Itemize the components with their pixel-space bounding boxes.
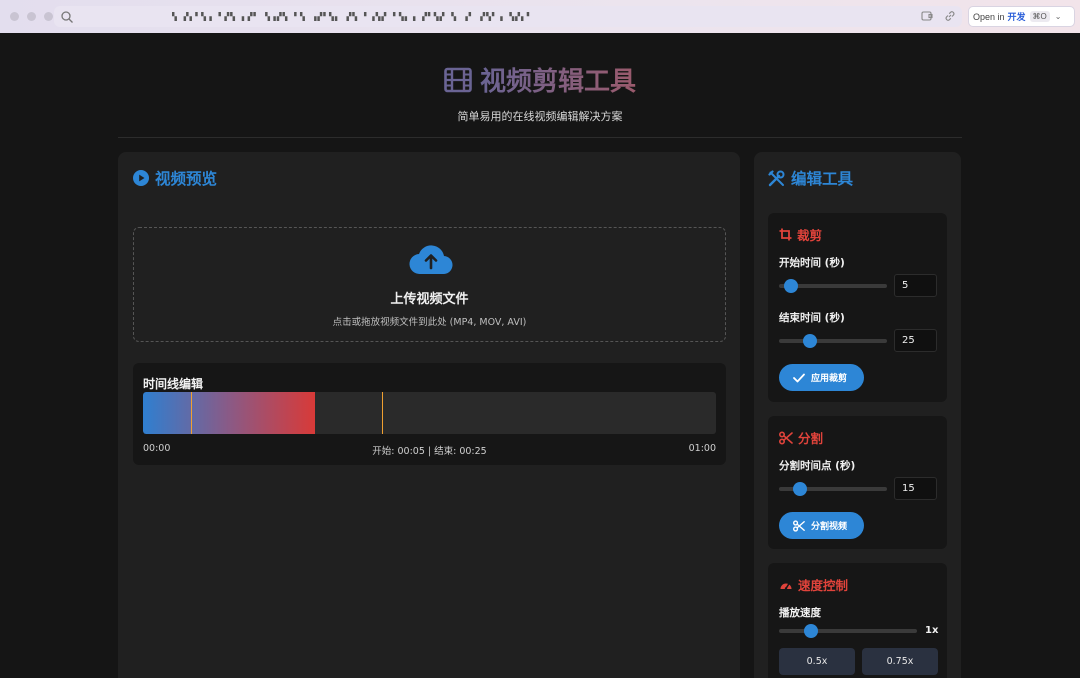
split-heading: 分割 [779,428,823,447]
timeline-track[interactable] [143,392,716,434]
split-point-slider[interactable] [779,482,887,496]
speed-slider[interactable] [779,624,917,638]
tools-title: 编辑工具 [791,170,854,188]
preview-heading: 视频预览 [133,167,217,189]
cloud-upload-icon [409,245,453,275]
video-preview-panel: 视频预览 上传视频文件 点击或拖放视频文件到此处 (MP4, MOV, AVI)… [118,152,740,678]
play-circle-icon [133,170,149,186]
browser-toolbar: ▚ ▞▖▘▚▗ ▘▞▚ ▖▞▘ ▚▗▞▚ ▘▚ ▗▞▘▚▖ ▞▚ ▘▗▚▞ ▘▚… [0,0,1080,33]
tools-heading: 编辑工具 [768,167,853,189]
speedometer-icon [780,583,792,590]
search-icon [61,10,73,23]
split-point-slider-thumb[interactable] [793,482,807,496]
open-in-shortcut: ⌘O [1029,11,1050,22]
speed-slider-thumb[interactable] [804,624,818,638]
upload-title: 上传视频文件 [390,292,469,307]
upload-hint: 点击或拖放视频文件到此处 (MP4, MOV, AVI) [332,317,527,328]
timeline-title: 时间线编辑 [143,377,204,391]
edit-tools-panel: 编辑工具 裁剪 开始时间 (秒) 5 结束时间 (秒) 25 应用裁剪 分割 分… [754,152,961,678]
crop-icon [779,228,792,241]
speed-preset-0.5x-button[interactable]: 0.5x [779,648,855,675]
scissors-icon [779,431,793,444]
speed-value: 1x [925,625,939,636]
page-header: 视频剪辑工具 简单易用的在线视频编辑解决方案 [118,33,962,138]
split-video-button[interactable]: 分割视频 [779,512,864,539]
crop-end-input[interactable]: 25 [894,329,937,352]
extension-icon[interactable] [920,9,934,23]
speed-label: 播放速度 [779,607,821,619]
timeline-start-handle[interactable] [191,392,192,434]
split-point-input[interactable]: 15 [894,477,937,500]
check-icon [793,373,805,382]
tools-icon [768,169,785,186]
speed-preset-0.75x-button[interactable]: 0.75x [862,648,938,675]
crop-heading: 裁剪 [779,225,822,244]
window-controls [10,12,53,21]
crop-end-slider[interactable] [779,334,887,348]
apply-crop-label: 应用裁剪 [811,374,848,384]
timeline-end-time: 01:00 [688,443,716,454]
apply-crop-button[interactable]: 应用裁剪 [779,364,864,391]
address-bar[interactable]: ▚ ▞▖▘▚▗ ▘▞▚ ▖▞▘ ▚▗▞▚ ▘▚ ▗▞▘▚▖ ▞▚ ▘▗▚▞ ▘▚… [54,6,962,27]
close-window-button[interactable] [10,12,19,21]
timeline-range-text: 开始: 00:05 | 结束: 00:25 [372,446,487,457]
split-video-label: 分割视频 [811,522,848,532]
crop-start-label: 开始时间 (秒) [779,257,845,269]
preview-title: 视频预览 [155,170,218,188]
open-in-app-name: 开发 [1007,12,1026,22]
split-point-label: 分割时间点 (秒) [779,460,856,472]
crop-start-slider-thumb[interactable] [784,279,798,293]
timeline-selection[interactable] [143,392,315,434]
app-page: 视频剪辑工具 简单易用的在线视频编辑解决方案 视频预览 上传视频文件 点击或拖放… [0,33,1080,678]
chevron-down-icon[interactable]: ⌄ [1055,12,1062,21]
timeline-editor: 时间线编辑 00:00 开始: 00:05 | 结束: 00:25 01:00 [133,363,726,465]
crop-section: 裁剪 开始时间 (秒) 5 结束时间 (秒) 25 应用裁剪 [768,213,947,402]
link-icon[interactable] [943,9,957,23]
page-subtitle: 简单易用的在线视频编辑解决方案 [457,110,623,123]
open-in-app-button[interactable]: Open in 开发 ⌘O ⌄ [968,6,1075,27]
minimize-window-button[interactable] [27,12,36,21]
crop-start-slider[interactable] [779,279,887,293]
crop-end-slider-thumb[interactable] [803,334,817,348]
page-title: 视频剪辑工具 [480,61,636,98]
open-in-label: Open in [973,11,1005,22]
crop-title: 裁剪 [797,228,823,243]
speed-section: 速度控制 播放速度 1x 0.5x 0.75x [768,563,947,678]
url-text: ▚ ▞▖▘▚▗ ▘▞▚ ▖▞▘ ▚▗▞▚ ▘▚ ▗▞▘▚▖ ▞▚ ▘▗▚▞ ▘▚… [172,12,533,21]
scissors-icon [793,519,805,532]
speed-title: 速度控制 [798,578,849,593]
film-icon [444,67,472,92]
timeline-end-handle[interactable] [382,392,383,434]
crop-start-input[interactable]: 5 [894,274,937,297]
crop-end-label: 结束时间 (秒) [779,312,845,324]
upload-dropzone[interactable]: 上传视频文件 点击或拖放视频文件到此处 (MP4, MOV, AVI) [133,227,726,342]
split-title: 分割 [798,431,824,446]
speed-heading: 速度控制 [779,575,848,594]
page-title-row: 视频剪辑工具 [118,61,962,98]
zoom-window-button[interactable] [44,12,53,21]
split-section: 分割 分割时间点 (秒) 15 分割视频 [768,416,947,549]
